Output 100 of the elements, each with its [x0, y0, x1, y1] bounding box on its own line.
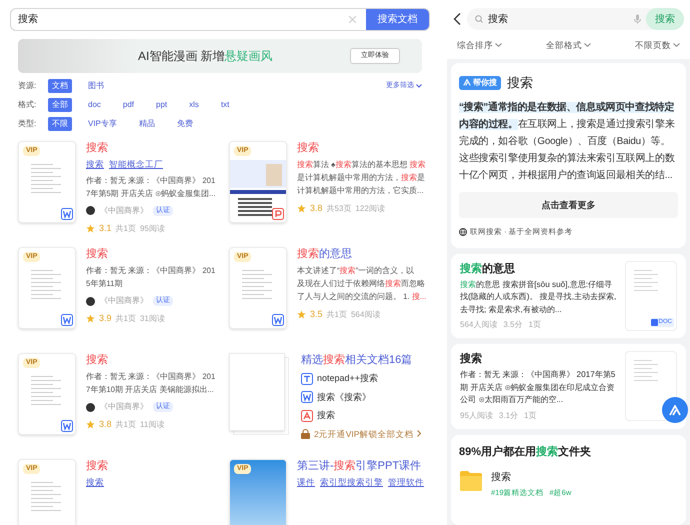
filter-option[interactable]: pdf — [116, 98, 140, 112]
pdf-file-icon — [301, 410, 313, 422]
result-meta: 3.5分 — [503, 319, 522, 331]
source-name: 《中国商界》 — [100, 295, 148, 307]
search-field[interactable]: 搜索 — [11, 9, 349, 30]
rating: 3.5 — [310, 308, 323, 321]
lock-icon — [301, 428, 310, 439]
filter-option[interactable]: VIP专享 — [82, 117, 123, 131]
filter-option[interactable]: doc — [82, 98, 107, 112]
filter-option[interactable]: 图书 — [82, 79, 110, 93]
file-link[interactable]: 搜索 — [317, 409, 335, 422]
chevron-down-icon — [495, 43, 502, 48]
result-title[interactable]: 搜索 — [460, 351, 617, 367]
filter-option[interactable]: 免费 — [170, 117, 199, 131]
read-count: 31阅读 — [140, 312, 165, 325]
sort-dropdown[interactable]: 综合排序 — [457, 39, 502, 52]
word-file-icon — [61, 420, 73, 432]
ai-search-badge: 帮你搜 — [459, 76, 501, 90]
document-thumbnail[interactable] — [625, 351, 677, 421]
sort-dropdown[interactable]: 不限页数 — [635, 39, 680, 52]
result-meta: 1页 — [524, 410, 536, 422]
star-icon — [86, 314, 95, 324]
txt-file-icon — [301, 372, 313, 385]
result-title[interactable]: 搜索 — [297, 141, 430, 155]
page-count: 共1页 — [116, 418, 136, 431]
result-description: 作者：暂无 来源：《中国商界》 2017年第5期 开店关店 ⊙蚂蚁金服集团在印尼成立合资公司 ⊙太阳雨百万产能的空... — [460, 369, 616, 406]
result-meta: 564人阅读 — [460, 319, 498, 331]
result-title[interactable]: 搜索 — [86, 353, 219, 367]
search-bar[interactable]: 搜索 搜索文档 — [10, 8, 430, 31]
ai-answer-title: 搜索 — [507, 74, 533, 92]
page-count: 共1页 — [116, 312, 136, 325]
tag-link[interactable]: 索引型搜索引擎 — [320, 476, 383, 489]
vip-promo-link[interactable]: 2元开通VIP解锁全部文档 — [314, 428, 414, 440]
page-count: 共1页 — [326, 308, 347, 321]
result-meta: 95人阅读 — [460, 410, 493, 422]
avatar — [86, 296, 95, 306]
tag-link[interactable]: 课件 — [297, 476, 315, 489]
result-title[interactable]: 搜索 — [86, 247, 219, 261]
tag-link[interactable]: 搜索 — [86, 476, 104, 489]
star-icon — [86, 224, 95, 233]
rating: 3.8 — [99, 418, 112, 431]
result-title[interactable]: 第三讲-搜索引擎PPT课件 — [297, 459, 424, 473]
filter-label: 资源: — [18, 80, 38, 92]
star-icon — [297, 204, 306, 214]
filter-option[interactable]: 全部 — [48, 98, 72, 112]
avatar — [86, 402, 95, 412]
file-link[interactable]: notepad++搜索 — [317, 372, 378, 386]
word-file-icon — [272, 314, 284, 326]
star-icon — [297, 310, 306, 320]
word-file-icon — [61, 314, 73, 326]
result-card[interactable]: 搜索 作者：暂无 来源：《中国商界》 2017年第5期 开店关店 ⊙蚂蚁金服集团在印尼成立合资公司 ⊙太阳雨百万产能的空... 95人阅读 3.1分 1页 — [451, 344, 686, 428]
filter-option[interactable]: txt — [214, 98, 236, 112]
chevron-down-icon — [673, 43, 680, 48]
rating: 3.1 — [99, 222, 112, 235]
banner-text: AI智能漫画 新增悬疑画风 — [138, 48, 273, 65]
search-icon — [475, 15, 483, 23]
word-file-icon — [301, 391, 313, 404]
tag-link[interactable]: 智能概念工厂 — [109, 158, 163, 171]
rating: 3.9 — [99, 312, 112, 325]
chevron-down-icon — [584, 43, 591, 48]
search-docs-button[interactable]: 搜索文档 — [366, 9, 429, 30]
filter-option[interactable]: 精品 — [132, 117, 161, 131]
source-name: 《中国商界》 — [100, 401, 148, 413]
file-link[interactable]: 搜索《搜索》 — [317, 390, 371, 404]
result-description: 搜索的意思 搜索拼音[sōu suǒ],意思:仔细寻找(隐藏的人或东西)。 搜是寻找,主动去探索,去寻找; 索是索求,有被动的... — [460, 278, 617, 316]
chevron-right-icon — [417, 430, 422, 438]
view-more-button[interactable]: 点击查看更多 — [459, 192, 678, 218]
sort-dropdown[interactable]: 全部格式 — [546, 39, 591, 52]
folder-name[interactable]: 搜索 — [491, 470, 572, 485]
result-meta: 3.1分 — [498, 410, 518, 422]
result-title[interactable]: 搜索 — [86, 459, 108, 473]
result-meta: 1页 — [528, 319, 541, 331]
rating: 3.8 — [310, 202, 323, 215]
read-count: 122阅读 — [355, 202, 385, 215]
ppt-file-icon — [272, 208, 284, 220]
word-file-icon — [61, 208, 73, 220]
filter-label: 类型: — [18, 118, 38, 130]
tag-link[interactable]: 搜索 — [86, 158, 104, 171]
result-title[interactable]: 搜索的意思 — [297, 247, 430, 261]
filter-option[interactable]: ppt — [150, 98, 174, 112]
page-count: 共53页 — [326, 202, 352, 215]
back-icon[interactable] — [453, 13, 461, 25]
tag-link[interactable]: 管理软件 — [388, 476, 424, 489]
folder-section-title: 89%用户都在用搜索文件夹 — [459, 444, 592, 460]
folder-icon — [459, 470, 483, 492]
read-count: 564阅读 — [350, 308, 380, 321]
read-count: 95阅读 — [140, 222, 165, 234]
avatar — [86, 206, 95, 216]
filter-option[interactable]: xls — [183, 98, 205, 112]
filter-option[interactable]: 文档 — [48, 79, 72, 93]
page-count: 共1页 — [116, 222, 136, 234]
source-name: 《中国商界》 — [100, 204, 148, 217]
result-title[interactable]: 搜索的意思 — [460, 260, 617, 276]
filter-option[interactable]: 不限 — [48, 117, 72, 131]
result-title[interactable]: 搜索 — [86, 141, 219, 155]
result-title[interactable]: 精选搜索相关文档16篇 — [301, 353, 422, 367]
ai-answer-text: “搜索”通常指的是在数据、信息或网页中查找特定内容的过程。在互联网上，搜索是通过搜索引擎来完成的，如谷歌（Google）、百度（Baidu）等。这些搜索引擎使用复杂的算法来索引互联网上的数十亿个网页，并根据用户的查询返回最相关的结... — [459, 100, 676, 184]
chevron-down-icon — [416, 84, 422, 88]
assistant-logo-icon — [463, 79, 471, 86]
star-icon — [86, 420, 95, 430]
